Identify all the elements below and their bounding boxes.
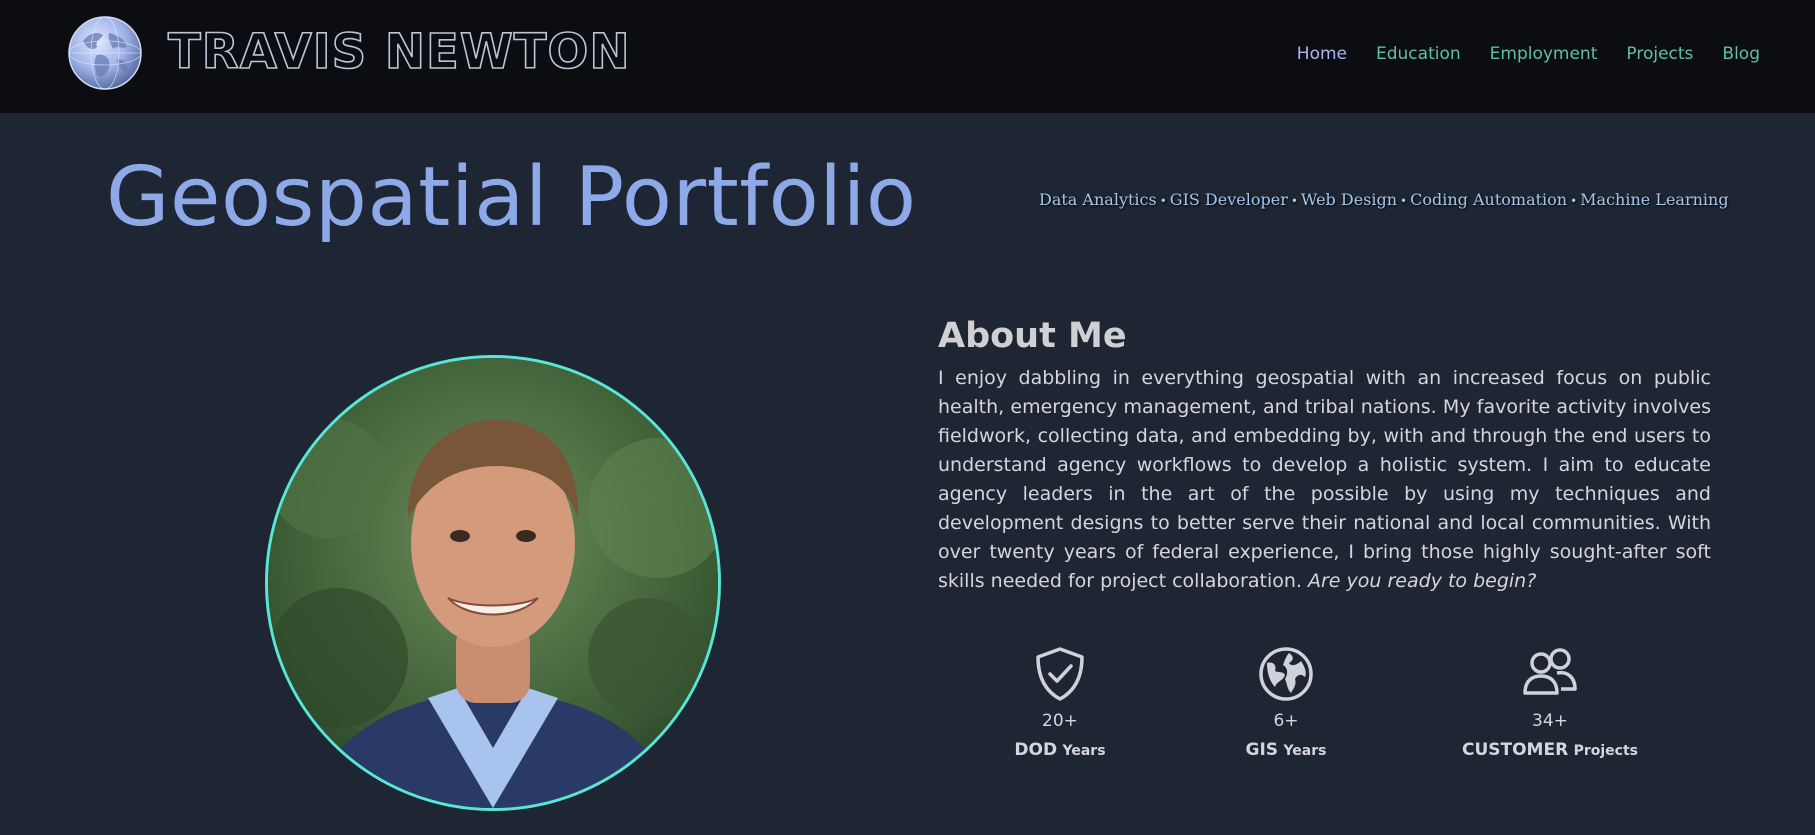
- tag-item: Web Design: [1300, 190, 1398, 209]
- nav-projects[interactable]: Projects: [1626, 44, 1693, 64]
- tag-item: Coding Automation: [1410, 190, 1568, 209]
- stat-dod: 20+ DOD Years: [960, 645, 1160, 760]
- main-nav: Home Education Employment Projects Blog: [1297, 44, 1760, 64]
- stat-label-small: Years: [1062, 743, 1106, 759]
- stat-customer: 34+ CUSTOMER Projects: [1450, 645, 1650, 760]
- profile-photo: [265, 355, 721, 811]
- about-heading: About Me: [938, 316, 1127, 356]
- skills-tagline: Data Analytics • GIS Developer • Web Design •…: [1039, 190, 1729, 209]
- stat-label: CUSTOMER Projects: [1450, 740, 1650, 760]
- stat-label-bold: GIS: [1245, 740, 1279, 760]
- globe-logo-icon[interactable]: [67, 15, 143, 91]
- about-body: I enjoy dabbling in everything geospatia…: [938, 364, 1711, 596]
- stat-label: GIS Years: [1186, 740, 1386, 760]
- stat-gis: 6+ GIS Years: [1186, 645, 1386, 760]
- page-title: Geospatial Portfolio: [106, 150, 917, 245]
- nav-employment[interactable]: Employment: [1490, 44, 1598, 64]
- stat-label-bold: CUSTOMER: [1461, 740, 1569, 760]
- nav-blog[interactable]: Blog: [1722, 44, 1760, 64]
- portrait-illustration: [268, 358, 718, 808]
- stat-label-small: Projects: [1573, 743, 1638, 759]
- top-bar: TRAVIS NEWTON Home Education Employment …: [0, 0, 1815, 113]
- about-cta: Are you ready to begin?: [1308, 570, 1537, 592]
- nav-home[interactable]: Home: [1297, 44, 1347, 64]
- stat-value: 6+: [1273, 711, 1299, 731]
- globe-icon: [1259, 647, 1313, 701]
- stat-label-bold: DOD: [1014, 740, 1058, 760]
- stat-value: 34+: [1532, 711, 1568, 731]
- tag-item: Data Analytics: [1039, 190, 1157, 209]
- stat-label-small: Years: [1283, 743, 1327, 759]
- stat-label: DOD Years: [960, 740, 1160, 760]
- about-body-text: I enjoy dabbling in everything geospatia…: [938, 367, 1711, 592]
- shield-check-icon: [1036, 647, 1084, 701]
- tag-item: GIS Developer: [1169, 190, 1288, 209]
- stat-value: 20+: [1042, 711, 1078, 731]
- users-icon: [1523, 648, 1577, 695]
- tag-item: Machine Learning: [1580, 190, 1729, 209]
- nav-education[interactable]: Education: [1376, 44, 1461, 64]
- site-brand-name[interactable]: TRAVIS NEWTON: [167, 23, 631, 81]
